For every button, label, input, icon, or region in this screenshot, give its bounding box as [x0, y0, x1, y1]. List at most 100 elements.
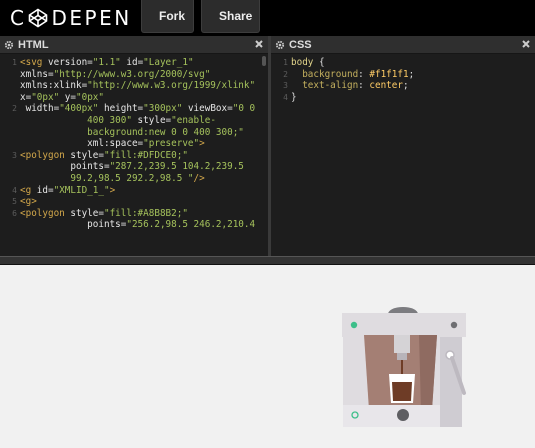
codepen-logo[interactable]: C DEPEN [10, 6, 132, 30]
code-line: <polygon style="fill:#DFDCE0;" [20, 150, 188, 162]
close-icon[interactable] [254, 38, 264, 50]
code-token: version= [48, 57, 93, 68]
code-token: "fill:#DFDCE0;" [103, 149, 188, 161]
code-line: background:new 0 0 400 300;" [20, 127, 244, 139]
top-bar: C DEPEN Fork Share [0, 0, 535, 36]
html-code-editor[interactable]: 1 <svg version="1.1" id="Layer_1" xmlns="h… [0, 55, 268, 256]
dispenser [394, 335, 410, 353]
coffee-stream [401, 360, 403, 374]
code-token: <g [20, 184, 37, 196]
code-token: > [109, 184, 116, 196]
code-token: background [291, 68, 359, 80]
code-line: xmlns:xlink="http://www.w3.org/1999/xlin… [20, 80, 255, 92]
code-token: x= [20, 91, 32, 103]
code-line: xmlns="http://www.w3.org/2000/svg" [20, 69, 210, 81]
css-panel-title: CSS [289, 38, 312, 51]
gear-icon[interactable] [4, 40, 14, 50]
code-token: "enable- [171, 115, 216, 126]
code-token: "300px" [143, 103, 183, 115]
code-token: text-align [291, 80, 359, 92]
code-token: <polygon [20, 149, 71, 161]
cup-coffee [392, 382, 412, 401]
code-line: points="256.2,98.5 246.2,210.4 [20, 219, 255, 231]
code-token: "Layer_1" [143, 57, 194, 68]
code-token: points= [20, 161, 110, 173]
code-line: width="400px" height="300px" viewBox="0 … [20, 103, 256, 115]
code-token: "0px" [76, 91, 104, 103]
share-label: Share [219, 9, 253, 23]
code-token: style= [131, 115, 172, 126]
code-token: style= [70, 207, 104, 219]
code-token: width= [20, 103, 60, 115]
code-token: "400px" [59, 103, 99, 115]
html-scrollbar[interactable] [262, 56, 266, 66]
code-token: style= [70, 149, 104, 161]
green-light [350, 321, 358, 329]
code-line: background: #f1f1f1; [291, 69, 414, 81]
code-line: 99.2,98.5 292.2,98.5 "/> [20, 173, 205, 185]
logo-text-rest: DEPEN [51, 6, 132, 30]
close-icon[interactable] [521, 38, 531, 50]
gear-icon[interactable] [275, 40, 285, 50]
code-token: : [358, 68, 370, 80]
code-token: : [358, 80, 370, 92]
editor-area: HTML 1 <svg version="1.1" id="Layer_1" xml… [0, 36, 535, 256]
line-number: 2 [283, 69, 288, 79]
code-token: { [319, 57, 325, 68]
fork-button[interactable]: Fork [141, 0, 194, 33]
machine-top [342, 313, 466, 337]
cube-icon [29, 8, 48, 28]
grey-button [397, 409, 409, 421]
code-line: xml:space="preserve"> [20, 138, 205, 150]
code-token: "XMLID_1_" [53, 184, 110, 196]
code-token: "256.2,98.5 246.2,210.4 [126, 219, 256, 231]
code-token: <g> [20, 196, 37, 208]
coffee-machine-illustration [342, 307, 466, 427]
code-line: points="287.2,239.5 104.2,239.5 [20, 161, 244, 173]
code-token: "http://www.w3.org/2000/svg" [53, 68, 211, 80]
css-panel-header: CSS [271, 36, 535, 54]
preview-pane [0, 265, 535, 448]
line-number: 4 [12, 185, 17, 195]
code-line: 400 300" style="enable- [20, 115, 216, 127]
grey-light [450, 321, 458, 329]
code-token: "fill:#A8B8B2;" [103, 207, 188, 219]
code-line: x="0px" y="0px" [20, 92, 104, 104]
code-token: "0px" [31, 91, 60, 103]
dispenser-nozzle [397, 353, 407, 360]
line-number: 3 [12, 150, 17, 160]
code-token: id= [120, 57, 144, 68]
line-number: 6 [12, 208, 17, 218]
code-token: center [369, 80, 403, 92]
code-token: } [291, 91, 297, 103]
preview-resize-handle[interactable] [0, 256, 535, 265]
css-editor-panel: CSS 1 body {2 background: #f1f1f1; 3 text-… [271, 36, 535, 256]
html-editor-panel: HTML 1 <svg version="1.1" id="Layer_1" xml… [0, 36, 268, 256]
css-code-editor[interactable]: 1 body {2 background: #f1f1f1; 3 text-alig… [271, 55, 535, 256]
line-number: 1 [283, 58, 288, 67]
code-token: > [199, 138, 205, 150]
code-line: <svg version="1.1" id="Layer_1" [20, 57, 194, 69]
line-number: 5 [12, 197, 17, 207]
line-number: 4 [283, 92, 288, 102]
logo-text-c: C [10, 6, 27, 30]
code-token: y= [59, 91, 76, 103]
line-number: 1 [12, 58, 17, 67]
share-button[interactable]: Share [201, 0, 260, 33]
code-token: <svg [20, 57, 48, 68]
code-token: "1.1" [92, 57, 121, 68]
html-panel-header: HTML [0, 36, 268, 54]
code-token: ; [408, 68, 415, 80]
code-line: <polygon style="fill:#A8B8B2;" [20, 208, 188, 220]
code-token: #f1f1f1 [369, 68, 409, 80]
code-token: points= [20, 219, 127, 231]
code-token: height= [98, 103, 144, 115]
code-token: xmlns:xlink= [20, 80, 88, 92]
code-token: "preserve" [143, 138, 200, 150]
code-token: /> [193, 173, 205, 184]
code-token: background:new 0 0 400 300;" [20, 126, 244, 138]
line-number: 2 [12, 104, 17, 114]
code-token: 99.2,98.5 292.2,98.5 " [20, 173, 194, 184]
code-token: <polygon [20, 207, 71, 219]
code-token: ; [402, 80, 409, 92]
